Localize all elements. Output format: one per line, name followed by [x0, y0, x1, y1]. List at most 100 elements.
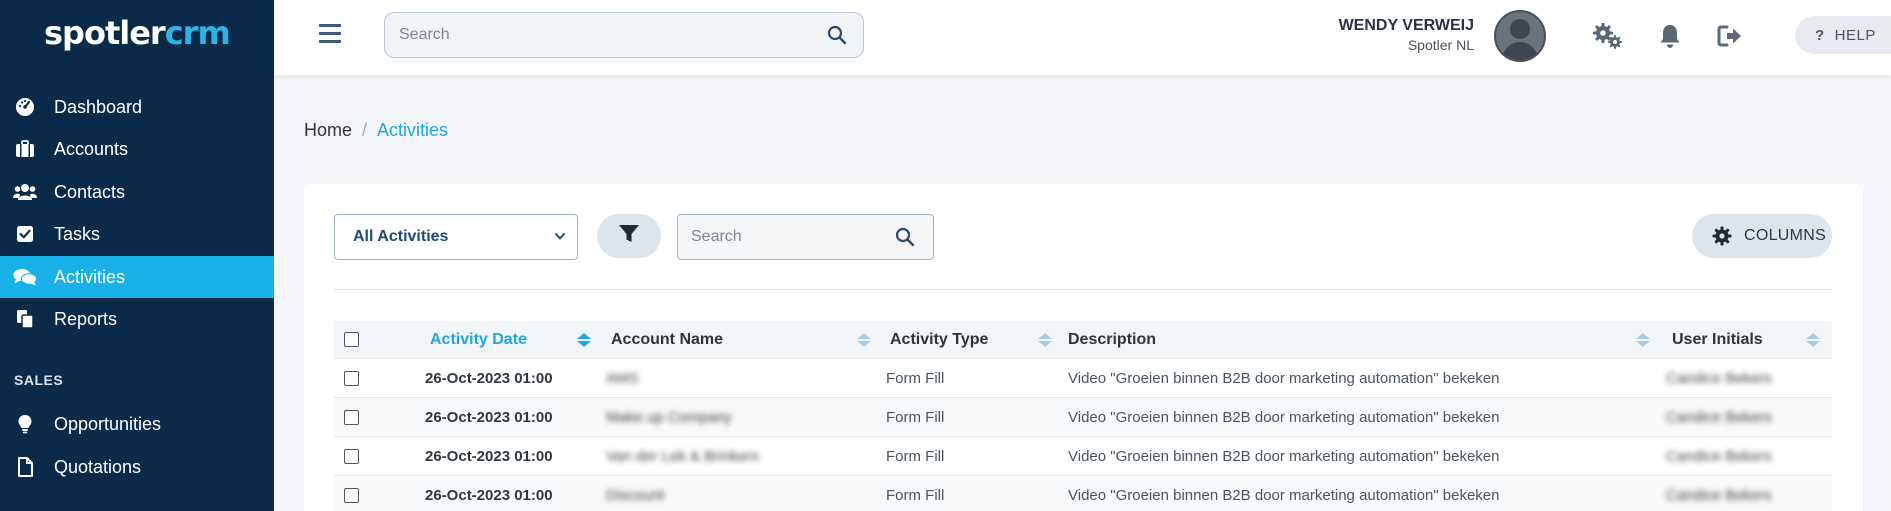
table-row[interactable]: 26-Oct-2023 01:00 AMS Form Fill Video "G…: [334, 359, 1832, 398]
sidebar-item-contacts[interactable]: Contacts: [0, 171, 274, 213]
cell-account-name[interactable]: Make up Company: [606, 409, 732, 426]
copy-icon: [13, 309, 37, 329]
cell-description: Video "Groeien binnen B2B door marketing…: [1068, 369, 1500, 387]
cell-user-initials: Candice Bekers: [1666, 447, 1772, 465]
sidebar-item-accounts[interactable]: Accounts: [0, 128, 274, 170]
file-icon: [13, 457, 37, 477]
cell-activity-date: 26-Oct-2023 01:00: [425, 486, 553, 504]
table-header: Activity Date Account Name Activity Type…: [334, 321, 1832, 359]
sidebar-item-label: Opportunities: [54, 413, 162, 434]
sidebar-item-dashboard[interactable]: Dashboard: [0, 86, 274, 128]
cell-description: Video "Groeien binnen B2B door marketing…: [1068, 408, 1500, 426]
sort-icon[interactable]: [857, 332, 871, 347]
column-header-user-initials[interactable]: User Initials: [1672, 331, 1763, 349]
settings-gears-icon[interactable]: [1592, 20, 1624, 52]
columns-button[interactable]: COLUMNS: [1692, 214, 1832, 258]
sidebar-item-label: Contacts: [54, 181, 126, 202]
cell-activity-type: Form Fill: [886, 447, 945, 465]
top-header: WENDY VERWEIJ Spotler NL ? HELP: [274, 0, 1891, 75]
sort-icon[interactable]: [1636, 332, 1650, 347]
briefcase-icon: [13, 139, 37, 159]
sidebar: spotlercrm Dashboard Accounts Contacts T…: [0, 0, 274, 511]
sidebar-item-label: Quotations: [54, 456, 142, 477]
cell-account-name[interactable]: Discount: [606, 487, 664, 504]
cell-description: Video "Groeien binnen B2B door marketing…: [1068, 486, 1500, 504]
dashboard-icon: [13, 97, 37, 117]
cell-activity-date: 26-Oct-2023 01:00: [425, 369, 553, 387]
cell-activity-type: Form Fill: [886, 486, 945, 504]
logo-text-crm: crm: [164, 14, 231, 52]
chevron-down-icon: [553, 229, 567, 248]
sort-icon[interactable]: [1806, 332, 1820, 347]
toolbar-divider: [334, 289, 1832, 290]
comments-icon: [13, 267, 37, 287]
global-search-input[interactable]: [399, 26, 799, 44]
sidebar-item-label: Reports: [54, 308, 118, 329]
activities-table: Activity Date Account Name Activity Type…: [334, 321, 1832, 511]
sort-icon[interactable]: [577, 332, 591, 347]
checkbox-icon: [13, 224, 37, 244]
row-checkbox[interactable]: [344, 409, 359, 425]
activity-filter-select[interactable]: All Activities: [334, 214, 578, 260]
lightbulb-icon: [13, 414, 37, 434]
breadcrumb-separator: /: [362, 120, 368, 140]
notifications-bell-icon[interactable]: [1654, 20, 1686, 52]
sidebar-item-tasks[interactable]: Tasks: [0, 213, 274, 255]
breadcrumb: Home / Activities: [304, 120, 448, 141]
sidebar-item-quotations[interactable]: Quotations: [0, 446, 274, 488]
users-icon: [13, 182, 37, 202]
columns-label: COLUMNS: [1744, 227, 1827, 244]
sidebar-item-label: Accounts: [54, 138, 129, 159]
table-row[interactable]: 26-Oct-2023 01:00 Make up Company Form F…: [334, 398, 1832, 437]
activities-card: All Activities COLUMNS Activity Date Acc…: [304, 184, 1862, 511]
search-icon[interactable]: [895, 227, 915, 252]
cell-user-initials: Candice Bekers: [1666, 369, 1772, 387]
cell-account-name[interactable]: Van der Lek & Brinkers: [606, 448, 759, 465]
sidebar-section-sales: SALES: [14, 372, 64, 388]
sidebar-item-opportunities[interactable]: Opportunities: [0, 403, 274, 445]
row-checkbox[interactable]: [344, 370, 359, 386]
sort-icon[interactable]: [1038, 332, 1052, 347]
breadcrumb-current: Activities: [377, 120, 449, 140]
avatar[interactable]: [1494, 10, 1546, 62]
cell-description: Video "Groeien binnen B2B door marketing…: [1068, 447, 1500, 465]
gear-icon: [1712, 226, 1732, 246]
activity-search-input[interactable]: [691, 228, 881, 246]
select-all-checkbox[interactable]: [344, 332, 359, 347]
sidebar-item-label: Tasks: [54, 223, 101, 244]
sidebar-item-label: Activities: [54, 266, 126, 287]
cell-account-name[interactable]: AMS: [606, 370, 639, 387]
search-icon[interactable]: [827, 25, 847, 50]
cell-activity-date: 26-Oct-2023 01:00: [425, 408, 553, 426]
cell-user-initials: Candice Bekers: [1666, 408, 1772, 426]
user-organization: Spotler NL: [1407, 37, 1474, 53]
logout-icon[interactable]: [1714, 20, 1746, 52]
hamburger-menu-icon[interactable]: [319, 24, 341, 44]
column-header-activity-date[interactable]: Activity Date: [430, 331, 527, 349]
help-button[interactable]: ? HELP: [1795, 16, 1891, 54]
cell-activity-type: Form Fill: [886, 408, 945, 426]
filter-button[interactable]: [597, 214, 661, 258]
activity-search[interactable]: [677, 214, 934, 260]
cell-user-initials: Candice Bekers: [1666, 486, 1772, 504]
sidebar-item-label: Dashboard: [54, 96, 143, 117]
global-search[interactable]: [384, 12, 864, 58]
row-checkbox[interactable]: [344, 487, 359, 503]
column-header-description[interactable]: Description: [1068, 331, 1156, 349]
spotlercrm-logo[interactable]: spotlercrm: [44, 14, 231, 52]
logo-text-spotler: spotler: [44, 14, 166, 52]
help-label: HELP: [1834, 26, 1876, 44]
column-header-account-name[interactable]: Account Name: [611, 331, 723, 349]
breadcrumb-home[interactable]: Home: [304, 120, 352, 141]
row-checkbox[interactable]: [344, 448, 359, 464]
cell-activity-type: Form Fill: [886, 369, 945, 387]
question-icon: ?: [1815, 26, 1825, 44]
activity-filter-value: All Activities: [353, 228, 449, 245]
table-row[interactable]: 26-Oct-2023 01:00 Discount Form Fill Vid…: [334, 476, 1832, 511]
funnel-icon: [618, 224, 640, 249]
sidebar-item-activities[interactable]: Activities: [0, 256, 274, 298]
sidebar-item-reports[interactable]: Reports: [0, 298, 274, 340]
table-row[interactable]: 26-Oct-2023 01:00 Van der Lek & Brinkers…: [334, 437, 1832, 476]
cell-activity-date: 26-Oct-2023 01:00: [425, 447, 553, 465]
column-header-activity-type[interactable]: Activity Type: [890, 331, 988, 349]
